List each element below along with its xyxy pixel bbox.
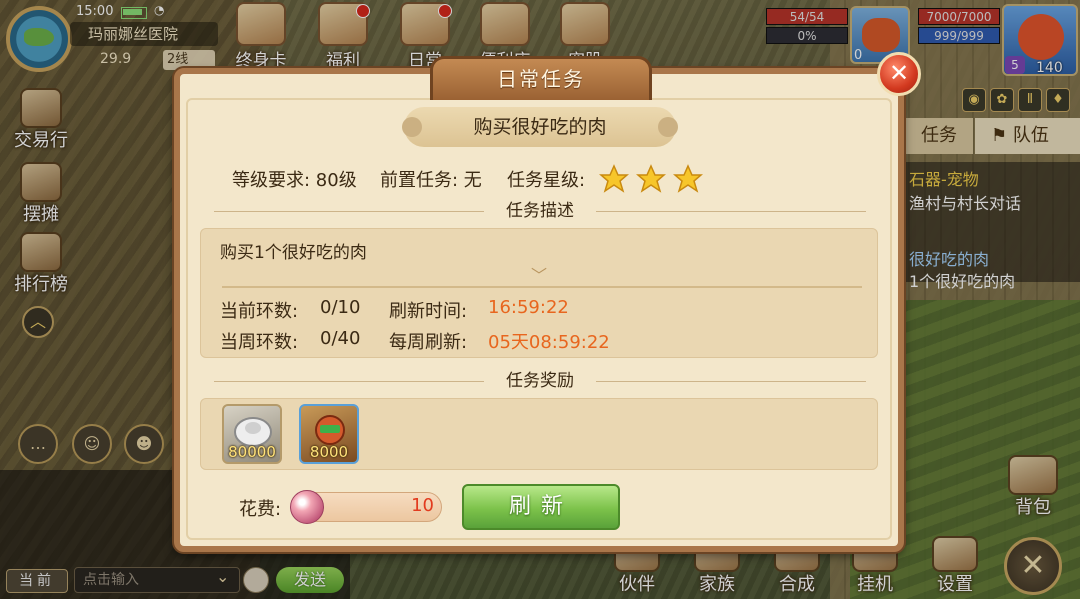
- star-icon: [636, 164, 666, 193]
- star-icon: [599, 164, 629, 193]
- current-round-label: 当前环数:: [220, 301, 299, 322]
- star-label: 任务星级:: [507, 170, 586, 191]
- reward-header: 任务奖励: [214, 370, 866, 392]
- exp-scroll-icon[interactable]: 8000: [299, 404, 359, 464]
- weekly-refresh-value: 05天08:59:22: [488, 332, 610, 353]
- cost-label: 花费:: [239, 499, 282, 520]
- divider: [222, 286, 862, 288]
- refresh-time-label: 刷新时间:: [389, 301, 468, 322]
- quest-description: 购买1个很好吃的肉: [220, 243, 367, 263]
- refresh-time-value: 16:59:22: [488, 297, 569, 318]
- description-header: 任务描述: [214, 200, 866, 222]
- star-icon: [673, 164, 703, 193]
- current-round-value: 0/10: [320, 297, 361, 318]
- refresh-button[interactable]: 刷新: [462, 484, 620, 530]
- pearl-currency-icon: [290, 490, 324, 524]
- reward-amount: 80000: [228, 443, 276, 461]
- silver-coin-icon[interactable]: 80000: [222, 404, 282, 464]
- close-icon[interactable]: ✕: [877, 52, 921, 96]
- reward-amount: 8000: [309, 443, 349, 461]
- weekly-round-value: 0/40: [320, 328, 361, 349]
- section-title: 任务奖励: [506, 371, 574, 391]
- prerequisite: 前置任务: 无: [380, 170, 482, 191]
- dialog-title: 日常任务: [430, 56, 652, 100]
- chevron-down-icon[interactable]: ﹀: [528, 268, 550, 284]
- weekly-refresh-label: 每周刷新:: [389, 332, 468, 353]
- level-requirement: 等级要求: 80级: [232, 170, 357, 191]
- quest-name: 购买很好吃的肉: [402, 107, 678, 147]
- section-title: 任务描述: [506, 201, 574, 221]
- cost-value: 10: [411, 495, 434, 516]
- weekly-round-label: 当周环数:: [220, 332, 299, 353]
